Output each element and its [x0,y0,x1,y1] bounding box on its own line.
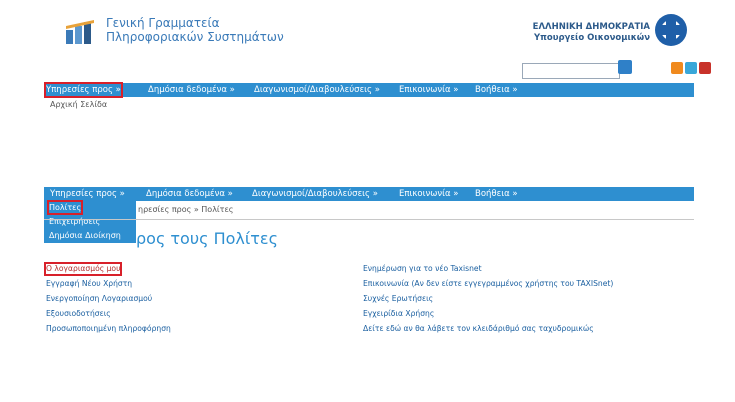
youtube-icon[interactable] [699,62,711,74]
page-title: ρος τους Πολίτες [136,229,278,248]
home-link[interactable]: Αρχική Σελίδα [50,100,107,109]
seal-cross-horizontal [661,25,681,35]
link-taxisnet-news[interactable]: Ενημέρωση για το νέο Taxisnet [363,264,482,274]
divider [44,219,694,220]
org-title-line1: Γενική Γραμματεία [106,16,220,30]
link-new-user[interactable]: Εγγραφή Νέου Χρήστη [46,279,132,289]
link-manuals[interactable]: Εγχειρίδια Χρήσης [363,309,434,319]
gov-title: ΕΛΛΗΝΙΚΗ ΔΗΜΟΚΡΑΤΙΑ Υπουργείο Οικονομικώ… [520,22,650,44]
nav-help-2[interactable]: Βοήθεια » [475,188,518,200]
org-title: Γενική Γραμματεία Πληροφοριακών Συστημάτ… [106,16,284,44]
nav-public-data-2[interactable]: Δημόσια δεδομένα » [146,188,233,200]
nav-contact-2[interactable]: Επικοινωνία » [399,188,458,200]
breadcrumb: ηρεσίες προς » Πολίτες [138,205,234,214]
main-nav-bottom: Υπηρεσίες προς » Δημόσια δεδομένα » Διαγ… [44,187,694,201]
nav-services-2[interactable]: Υπηρεσίες προς » [50,188,125,200]
nav-public-data[interactable]: Δημόσια δεδομένα » [148,84,235,96]
link-activate-account[interactable]: Ενεργοποίηση Λογαριασμού [46,294,152,304]
gov-title-line2: Υπουργείο Οικονομικών [533,33,650,43]
org-title-line2: Πληροφοριακών Συστημάτων [106,30,284,44]
link-faq[interactable]: Συχνές Ερωτήσεις [363,294,433,304]
dropdown-item-citizens[interactable]: Πολίτες [46,200,84,215]
dropdown-item-public-admin[interactable]: Δημόσια Διοίκηση [49,230,121,241]
link-personalized-info[interactable]: Προσωποποιημένη πληροφόρηση [46,324,171,334]
rss-icon[interactable] [671,62,683,74]
logo-icon [66,20,94,44]
twitter-icon[interactable] [685,62,697,74]
search-input[interactable] [522,63,620,79]
nav-contact[interactable]: Επικοινωνία » [399,84,458,96]
nav-tenders-2[interactable]: Διαγωνισμοί/Διαβουλεύσεις » [252,188,378,200]
nav-services[interactable]: Υπηρεσίες προς » [44,82,123,98]
nav-tenders[interactable]: Διαγωνισμοί/Διαβουλεύσεις » [254,84,380,96]
services-dropdown: Πολίτες Επιχειρήσεις Δημόσια Διοίκηση [44,200,136,243]
link-contact[interactable]: Επικοινωνία (Αν δεν είστε εγγεγραμμένος … [363,279,613,289]
link-postal-pin[interactable]: Δείτε εδώ αν θα λάβετε τον κλειδάριθμό σ… [363,324,594,334]
dropdown-item-businesses[interactable]: Επιχειρήσεις [49,216,100,227]
nav-help[interactable]: Βοήθεια » [475,84,518,96]
gov-title-line1: ΕΛΛΗΝΙΚΗ ΔΗΜΟΚΡΑΤΙΑ [532,22,650,32]
search-icon[interactable] [618,60,632,74]
link-authorizations[interactable]: Εξουσιοδοτήσεις [46,309,111,319]
link-my-account[interactable]: Ο λογαριασμός μου [43,262,123,276]
main-nav-top: Υπηρεσίες προς » Δημόσια δεδομένα » Διαγ… [44,82,694,98]
